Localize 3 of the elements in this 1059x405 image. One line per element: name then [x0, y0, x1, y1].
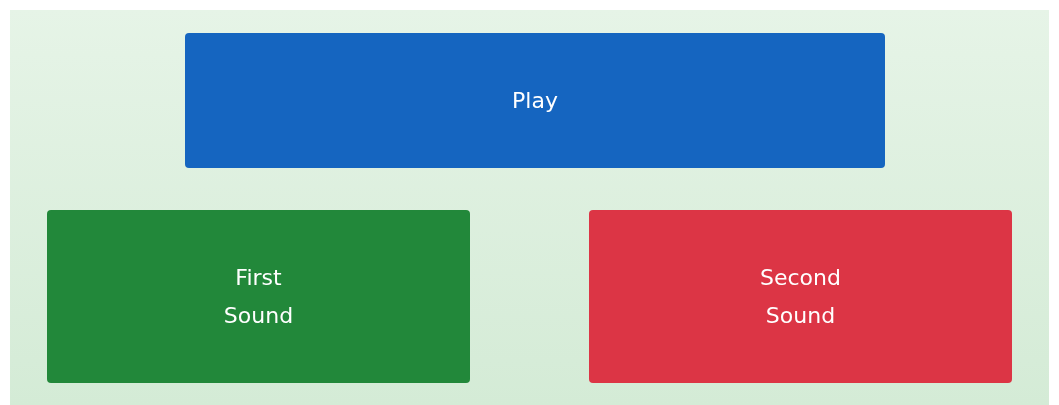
sound-button[interactable]: First Sound [47, 210, 470, 383]
sound-button[interactable]: Second Sound [589, 210, 1012, 383]
play-button[interactable]: Play [185, 33, 885, 168]
